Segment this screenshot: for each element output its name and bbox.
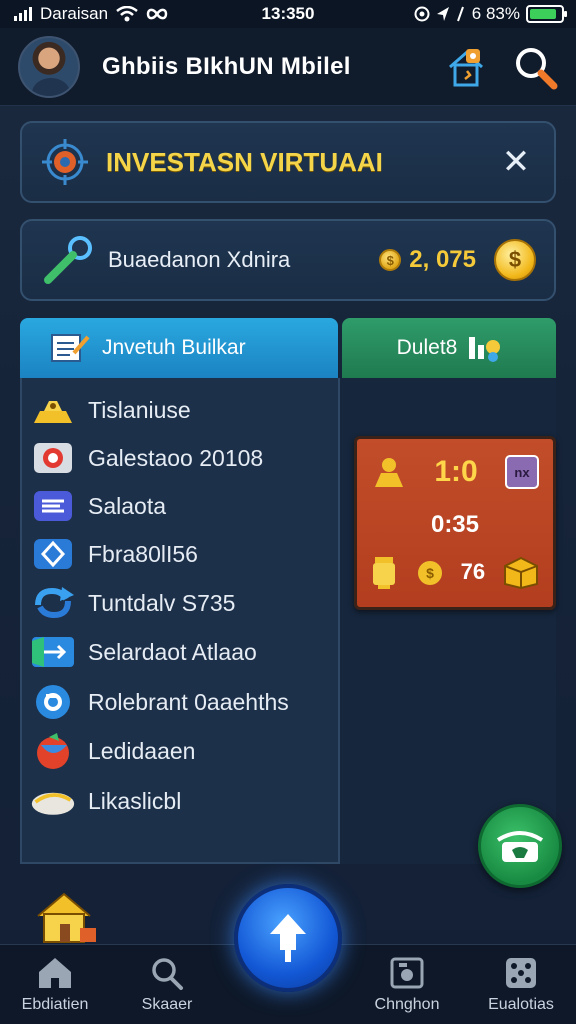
game-badge-label: nx	[514, 464, 530, 480]
list-label: Galestaoo 20108	[88, 444, 264, 471]
upload-arrow-icon	[270, 914, 306, 962]
status-bar: Daraisan 13:350 6 83%	[0, 0, 576, 28]
center-upload-button[interactable]	[234, 884, 342, 992]
record-button-icon	[30, 439, 76, 477]
nav-label: Ebdiatien	[21, 996, 89, 1013]
infinity-icon	[146, 8, 168, 20]
chart-icon	[469, 337, 501, 362]
nav-dice[interactable]: Eualotias	[466, 945, 576, 1024]
coin-icon: $	[379, 249, 402, 271]
banner-title: INVESTASN VIRTUAAI	[106, 146, 383, 177]
list-label: Salaota	[88, 492, 167, 519]
stadium-icon	[496, 831, 544, 862]
list-item[interactable]: Fbra80lI56	[30, 532, 320, 576]
notepad-icon	[51, 334, 90, 362]
list-item[interactable]: Salaota	[30, 484, 320, 528]
house-icon[interactable]	[36, 890, 98, 946]
diamond-icon	[30, 535, 76, 573]
white-stone-icon	[30, 782, 76, 820]
tab-label: Jnvetuh Builkar	[102, 336, 246, 359]
battery-percent: 6 83%	[471, 4, 520, 23]
list-label: Tuntdalv S735	[88, 589, 236, 616]
carrier-label: Daraisan	[40, 4, 109, 23]
game-widget[interactable]: 1:0 nx 0:35 $ 76	[354, 436, 556, 610]
wifi-icon	[116, 6, 138, 22]
status-time: 13:350	[261, 4, 315, 23]
lantern-icon	[373, 557, 395, 589]
alarm-icon	[414, 6, 430, 22]
nav-label: Eualotias	[488, 996, 554, 1013]
list-item[interactable]: Tislaniuse	[30, 388, 320, 432]
green-action-button[interactable]	[478, 804, 562, 888]
list-label: Rolebrant 0aaehths	[88, 688, 289, 715]
game-timer: 0:35	[430, 511, 480, 538]
list-item[interactable]: Galestaoo 20108	[30, 436, 320, 480]
banner-card: INVESTASN VIRTUAAI ✕	[20, 121, 556, 203]
target-icon	[42, 139, 88, 185]
search-icon[interactable]	[512, 44, 558, 90]
balance-amount: 2, 075	[409, 246, 476, 273]
blue-circle-icon	[30, 683, 76, 721]
tab-invest[interactable]: Jnvetuh Builkar	[20, 318, 338, 378]
list-item[interactable]: Tuntdalv S735	[30, 581, 320, 625]
game-badge-icon: nx	[504, 455, 539, 489]
list-label: Likaslicbl	[88, 787, 182, 814]
app-header: Ghbiis BIkhUN Mbilel	[0, 28, 576, 106]
list-item[interactable]: Ledidaaen	[30, 729, 320, 773]
stacked-gold-icon	[30, 391, 76, 429]
list-label: Tislaniuse	[88, 396, 191, 423]
location-icon	[436, 7, 449, 21]
blue-card-icon	[30, 487, 76, 525]
list-label: Selardaot Atlaao	[88, 638, 257, 665]
search-icon	[152, 958, 183, 990]
arrow-board-icon	[30, 633, 76, 671]
data-icon	[456, 6, 464, 22]
close-button[interactable]: ✕	[496, 142, 536, 182]
gold-coin-icon[interactable]: $	[494, 239, 536, 281]
nav-home[interactable]: Ebdiatien	[0, 945, 110, 1024]
dice-icon	[506, 958, 536, 988]
refresh-icon	[30, 584, 76, 622]
list-item[interactable]: Likaslicbl	[30, 779, 320, 823]
avatar[interactable]	[18, 35, 80, 98]
home-icon	[39, 958, 71, 988]
list-label: Ledidaaen	[88, 737, 196, 764]
coin-bag-icon: $	[417, 561, 442, 585]
list-label: Fbra80lI56	[88, 540, 198, 567]
house-notification-icon[interactable]	[446, 45, 486, 89]
game-score: 1:0	[434, 455, 478, 488]
balance-card: Buaedanon Xdnira $ 2, 075 $	[20, 219, 556, 301]
list-item[interactable]: Selardaot Atlaao	[30, 630, 320, 674]
tab-stats[interactable]: Dulet8	[342, 318, 556, 378]
colorful-ball-icon	[30, 732, 76, 770]
character-icon	[375, 458, 403, 487]
nav-search[interactable]: Skaaer	[112, 945, 222, 1024]
svg-text:$: $	[426, 565, 434, 581]
game-count: 76	[460, 559, 486, 584]
nav-label: Skaaer	[141, 996, 193, 1013]
nav-label: Chnghon	[374, 996, 440, 1013]
list-item[interactable]: Rolebrant 0aaehths	[30, 680, 320, 724]
key-icon	[44, 236, 92, 284]
tab-label: Dulet8	[396, 336, 458, 359]
signal-icon	[14, 7, 32, 21]
camera-frame-icon	[390, 957, 424, 989]
battery-icon	[526, 5, 567, 23]
treasure-box-icon	[503, 556, 538, 590]
app-title: Ghbiis BIkhUN Mbilel	[102, 52, 351, 80]
balance-label: Buaedanon Xdnira	[108, 247, 291, 272]
nav-camera[interactable]: Chnghon	[352, 945, 462, 1024]
